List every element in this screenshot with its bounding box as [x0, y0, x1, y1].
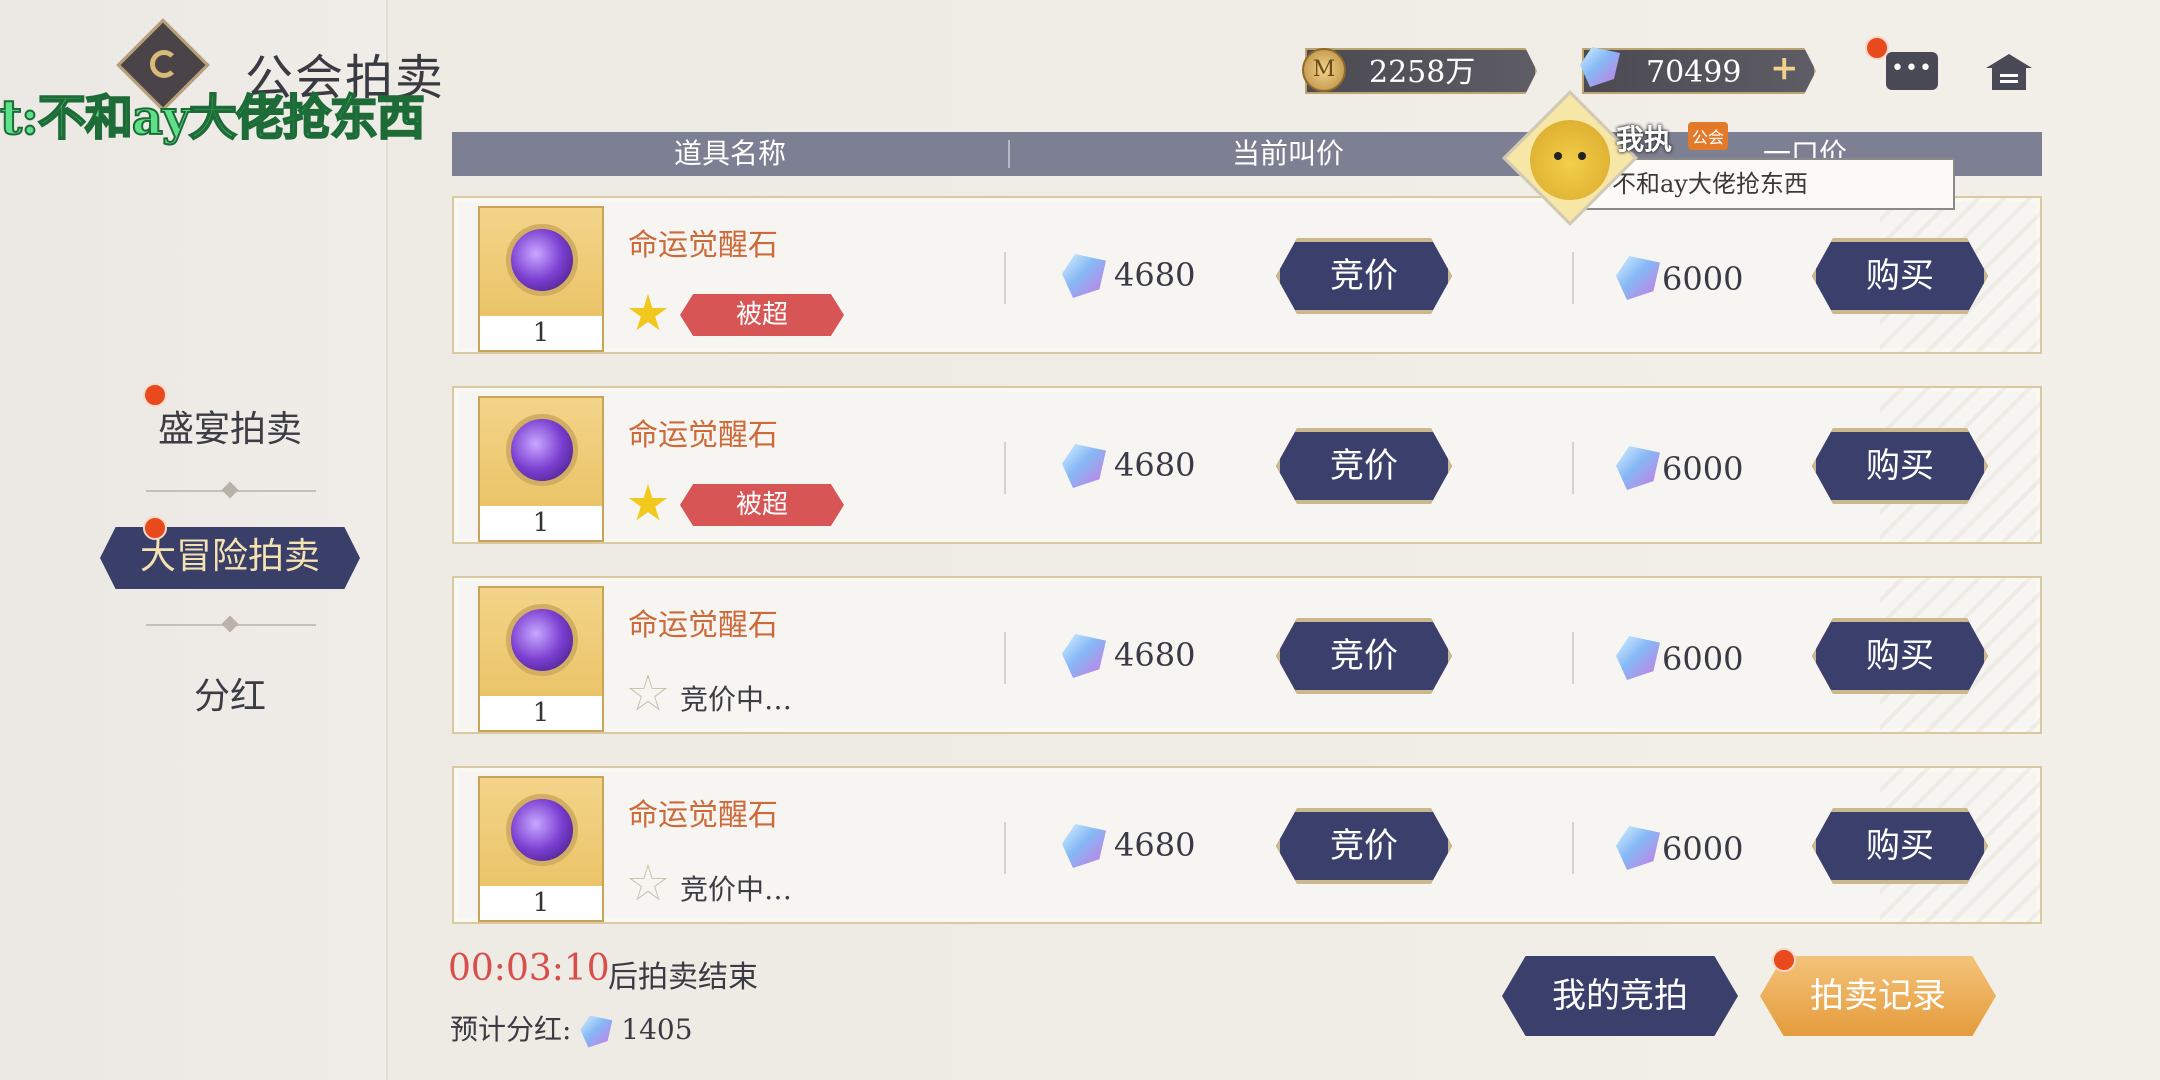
gem-icon — [1616, 636, 1660, 680]
star-icon[interactable] — [628, 484, 668, 521]
avatar-eye — [1578, 152, 1586, 160]
timer-label: 后拍卖结束 — [608, 960, 758, 995]
item-name: 命运觉醒石 — [628, 228, 778, 263]
auction-records-button[interactable]: 拍卖记录 — [1760, 956, 1996, 1036]
guild-logo-mark — [150, 50, 178, 78]
gem-icon — [1062, 634, 1106, 678]
outbid-badge: 被超 — [680, 484, 844, 526]
table-row: 1 命运觉醒石 被超 4680 竞价 6000 购买 — [452, 196, 2042, 354]
guild-tag: 公会 — [1688, 122, 1729, 150]
buyout-value: 6000 — [1662, 450, 1744, 488]
bidding-status: 竞价中… — [680, 873, 793, 906]
notification-dot — [143, 516, 167, 540]
sidebar-item-dividend[interactable]: 分红 — [100, 667, 360, 719]
gold-amount: 2258万 — [1369, 55, 1476, 90]
divider — [1004, 822, 1006, 874]
awakening-stone-icon — [506, 224, 578, 296]
item-count: 1 — [480, 316, 602, 350]
awakening-stone-icon — [506, 414, 578, 486]
buy-button[interactable]: 购买 — [1812, 238, 1988, 314]
gem-amount: 70499 — [1646, 55, 1742, 90]
item-card[interactable]: 1 — [478, 586, 604, 732]
gem-icon — [1616, 256, 1660, 300]
dividend-label: 预计分红: — [450, 1013, 572, 1046]
gem-icon — [1062, 254, 1106, 298]
divider — [1572, 442, 1574, 494]
bidding-status: 竞价中… — [680, 683, 793, 716]
notification-dot — [1772, 948, 1796, 972]
star-icon[interactable] — [628, 294, 668, 331]
current-bid-value: 4680 — [1114, 826, 1196, 864]
home-icon[interactable] — [1984, 52, 2034, 92]
awakening-stone-icon — [506, 794, 578, 866]
item-card[interactable]: 1 — [478, 776, 604, 922]
buyout-value: 6000 — [1662, 830, 1744, 868]
star-outline-icon[interactable] — [628, 674, 668, 711]
divider — [146, 490, 316, 492]
stream-overlay-text: t:不和ay大佬抢东西 — [0, 89, 426, 147]
estimated-dividend: 预计分红: 1405 — [450, 1008, 693, 1048]
buy-button[interactable]: 购买 — [1812, 428, 1988, 504]
gem-icon — [1616, 826, 1660, 870]
header-current-bid: 当前叫价 — [1231, 137, 1344, 170]
table-row: 1 命运觉醒石 被超 4680 竞价 6000 购买 — [452, 386, 2042, 544]
dividend-value: 1405 — [621, 1013, 693, 1046]
chat-bubble[interactable]: 不和ay大佬抢东西 — [1580, 158, 1955, 210]
bid-button[interactable]: 竞价 — [1276, 238, 1452, 314]
bid-button[interactable]: 竞价 — [1276, 808, 1452, 884]
current-bid-value: 4680 — [1114, 636, 1196, 674]
awakening-stone-icon — [506, 604, 578, 676]
current-bid-value: 4680 — [1114, 446, 1196, 484]
item-count: 1 — [480, 506, 602, 540]
divider — [146, 624, 316, 626]
divider — [1004, 632, 1006, 684]
buy-button[interactable]: 购买 — [1812, 808, 1988, 884]
notification-dot — [143, 383, 167, 407]
divider — [1004, 252, 1006, 304]
divider — [1572, 252, 1574, 304]
star-outline-icon[interactable] — [628, 864, 668, 901]
buy-button[interactable]: 购买 — [1812, 618, 1988, 694]
notification-dot — [1865, 36, 1889, 60]
avatar[interactable] — [1530, 120, 1610, 200]
item-card[interactable]: 1 — [478, 206, 604, 352]
divider — [1004, 442, 1006, 494]
table-row: 1 命运觉醒石 竞价中… 4680 竞价 6000 购买 — [452, 766, 2042, 924]
outbid-badge: 被超 — [680, 294, 844, 336]
divider — [1572, 822, 1574, 874]
bid-button[interactable]: 竞价 — [1276, 428, 1452, 504]
gem-icon — [1062, 444, 1106, 488]
item-name: 命运觉醒石 — [628, 608, 778, 643]
auction-timer: 00:03:10 — [448, 948, 610, 989]
gem-icon — [1062, 824, 1106, 868]
item-count: 1 — [480, 886, 602, 920]
item-card[interactable]: 1 — [478, 396, 604, 542]
player-name: 我执 — [1616, 123, 1673, 156]
item-name: 命运觉醒石 — [628, 798, 778, 833]
item-count: 1 — [480, 696, 602, 730]
sidebar-item-adventure-auction[interactable]: 大冒险拍卖 — [100, 527, 360, 589]
item-name: 命运觉醒石 — [628, 418, 778, 453]
sidebar-item-feast-auction[interactable]: 盛宴拍卖 — [100, 400, 360, 452]
current-bid-value: 4680 — [1114, 256, 1196, 294]
my-bids-button[interactable]: 我的竞拍 — [1502, 956, 1738, 1036]
table-row: 1 命运觉醒石 竞价中… 4680 竞价 6000 购买 — [452, 576, 2042, 734]
header-item-name: 道具名称 — [673, 137, 786, 170]
add-gems-button[interactable]: + — [1770, 48, 1799, 88]
gem-icon — [1616, 446, 1660, 490]
chat-icon[interactable]: ••• — [1886, 52, 1938, 90]
buyout-value: 6000 — [1662, 640, 1744, 678]
bid-button[interactable]: 竞价 — [1276, 618, 1452, 694]
divider — [1572, 632, 1574, 684]
avatar-eye — [1554, 152, 1562, 160]
gold-coin-icon: M — [1302, 48, 1346, 92]
buyout-value: 6000 — [1662, 260, 1744, 298]
gem-icon — [580, 1015, 613, 1048]
